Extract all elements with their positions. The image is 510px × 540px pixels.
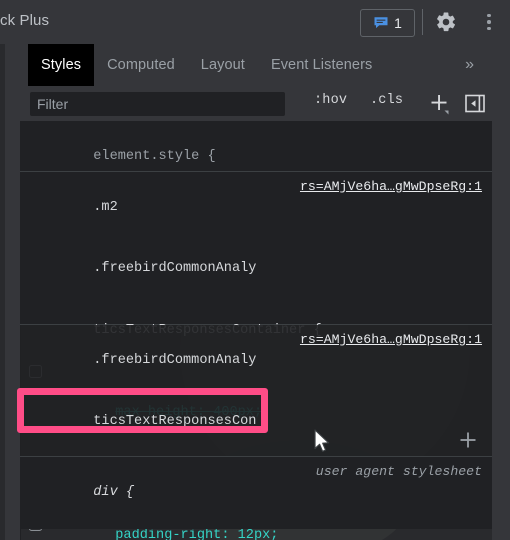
- add-declaration-button[interactable]: [458, 430, 478, 450]
- new-style-rule-button[interactable]: [426, 90, 452, 116]
- panel-toggle-icon: [465, 94, 485, 113]
- settings-button[interactable]: [434, 10, 458, 34]
- rule-3-declaration-display[interactable]: display: block;: [20, 524, 492, 540]
- comment-count: 1: [394, 15, 402, 31]
- rule-freebird-container-1[interactable]: rs=AMjVe6ha…gMwDpseRg:1 .m2 .freebirdCom…: [20, 172, 492, 540]
- panel-tabstrip: Styles Computed Layout Event Listeners »: [20, 44, 492, 88]
- rule-1-selector-line-2: .freebirdCommonAnaly: [93, 261, 257, 276]
- toggle-sidebar-button[interactable]: [465, 94, 485, 113]
- tab-styles-label: Styles: [41, 57, 82, 73]
- tab-list: Styles Computed Layout Event Listeners: [28, 44, 385, 86]
- rule-user-agent-div[interactable]: user agent stylesheet div { display: blo…: [20, 457, 492, 529]
- styles-rules-pane[interactable]: element.style { } rs=AMjVe6ha…gMwDpseRg:…: [20, 121, 492, 540]
- hov-button[interactable]: :hov: [314, 93, 347, 108]
- left-edge-strip: [0, 44, 21, 540]
- gear-icon: [437, 12, 456, 32]
- filter-input[interactable]: [30, 92, 285, 116]
- rule-element-style[interactable]: element.style { }: [20, 121, 492, 225]
- more-vertical-icon-dot-3: [487, 26, 491, 31]
- left-edge-inner: [5, 44, 20, 540]
- chevron-double-right-icon: »: [465, 56, 474, 73]
- plus-icon: [431, 95, 449, 115]
- comment-icon: [374, 17, 388, 29]
- tab-computed[interactable]: Computed: [94, 44, 188, 86]
- plus-icon: [460, 432, 476, 448]
- styles-filter-bar: :hov .cls: [20, 87, 492, 122]
- rule-2-selector-line-1: .freebirdCommonAnaly: [93, 352, 257, 368]
- right-edge-strip: [492, 44, 510, 540]
- tab-computed-label: Computed: [107, 57, 175, 73]
- more-tabs-button[interactable]: »: [455, 44, 484, 86]
- window-title: ck Plus: [0, 12, 50, 29]
- tab-event-listeners-label: Event Listeners: [270, 57, 373, 73]
- rule-freebird-container-2[interactable]: rs=AMjVe6ha…gMwDpseRg:1 .freebirdCommonA…: [20, 325, 492, 531]
- element-style-selector: element.style {: [93, 148, 216, 164]
- comments-badge-button[interactable]: 1: [360, 9, 415, 37]
- tab-layout-label: Layout: [200, 57, 245, 73]
- tab-styles[interactable]: Styles: [28, 44, 95, 86]
- devtools-window: ck Plus 1 Styles Computed Layout Event L…: [0, 0, 510, 540]
- more-options-button[interactable]: [478, 10, 500, 34]
- rule-1-selector-line-1: .m2: [93, 199, 118, 215]
- cls-button[interactable]: .cls: [370, 93, 403, 108]
- more-vertical-icon-dot-1: [487, 13, 491, 18]
- tab-layout[interactable]: Layout: [188, 44, 258, 86]
- toolbar-divider: [422, 9, 423, 35]
- more-vertical-icon-dot-2: [487, 20, 491, 24]
- rule-3-selector: div {: [93, 484, 135, 500]
- titlebar: ck Plus 1: [0, 0, 510, 44]
- rule-2-selector-line-2: ticsTextResponsesCon: [93, 414, 257, 429]
- tab-event-listeners[interactable]: Event Listeners: [258, 44, 385, 86]
